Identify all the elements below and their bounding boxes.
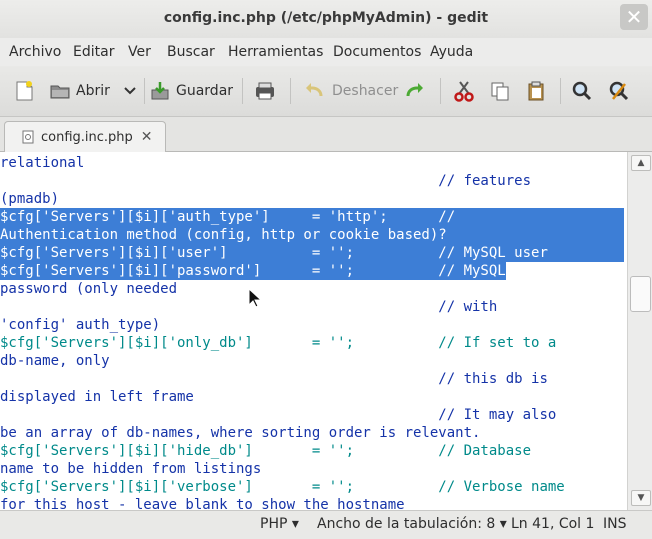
code-line: // this db is: [0, 371, 548, 387]
menu-herramientas[interactable]: Herramientas: [228, 44, 323, 60]
text-editor[interactable]: relational // features (pmadb) $cfg['Ser…: [0, 152, 627, 510]
code-line: name to be hidden from listings: [0, 461, 262, 477]
toolbar: Abrir Guardar Deshacer: [0, 66, 652, 117]
folder-icon: [48, 79, 72, 103]
search-button[interactable]: [570, 76, 594, 106]
copy-icon: [488, 79, 512, 103]
menu-documentos[interactable]: Documentos: [333, 44, 421, 60]
scissors-icon: [452, 79, 476, 103]
undo-arrow-icon: [302, 79, 326, 103]
code-line: $cfg['Servers'][$i]['hide_db'] = ''; // …: [0, 443, 532, 459]
copy-button[interactable]: [488, 76, 512, 106]
code-line-selected: Authentication method (config, http or c…: [0, 226, 624, 244]
search-icon: [570, 79, 594, 103]
new-document-button[interactable]: [12, 76, 36, 106]
code-line-selected: $cfg['Servers'][$i]['auth_type'] = 'http…: [0, 208, 624, 226]
chevron-down-icon: [118, 79, 142, 103]
tab-width-selector[interactable]: Ancho de la tabulación: 8 ▾: [317, 516, 507, 532]
code-line: password (only needed: [0, 281, 178, 297]
undo-label: Deshacer: [332, 83, 399, 99]
tab-config-inc-php[interactable]: config.inc.php ✕: [4, 121, 166, 152]
code-line: $cfg['Servers'][$i]['only_db'] = ''; // …: [0, 335, 557, 351]
paste-button[interactable]: [524, 76, 548, 106]
redo-arrow-icon: [403, 79, 427, 103]
clipboard-icon: [524, 79, 548, 103]
code-line: 'config' auth_type): [0, 317, 161, 333]
vertical-scrollbar[interactable]: ▲ ▼: [627, 152, 652, 510]
open-button[interactable]: Abrir: [48, 76, 110, 106]
menu-ver[interactable]: Ver: [128, 44, 151, 60]
print-button[interactable]: [253, 76, 277, 106]
open-label: Abrir: [76, 83, 110, 99]
text-file-icon: [21, 130, 35, 144]
tab-label: config.inc.php: [41, 129, 133, 145]
status-bar: PHP ▾ Ancho de la tabulación: 8 ▾ Ln 41,…: [0, 510, 652, 539]
search-replace-button[interactable]: [607, 76, 631, 106]
code-line: relational: [0, 155, 85, 171]
code-line: for this host - leave blank to show the …: [0, 497, 405, 510]
save-button[interactable]: Guardar: [148, 76, 233, 106]
code-line: db-name, only: [0, 353, 110, 369]
undo-button[interactable]: Deshacer: [302, 76, 398, 106]
code-line-selected: $cfg['Servers'][$i]['password'] = ''; //…: [0, 262, 506, 280]
printer-icon: [253, 79, 277, 103]
cut-button[interactable]: [452, 76, 476, 106]
search-replace-icon: [607, 79, 631, 103]
code-line: (pmadb): [0, 191, 60, 207]
window-title: config.inc.php (/etc/phpMyAdmin) - gedit: [163, 10, 489, 26]
mouse-pointer-icon: [248, 288, 262, 308]
open-recent-dropdown[interactable]: [118, 76, 142, 106]
tab-close-icon[interactable]: ✕: [141, 129, 153, 145]
scroll-up-arrow-icon[interactable]: ▲: [631, 155, 651, 171]
code-line: be an array of db-names, where sorting o…: [0, 425, 481, 441]
tab-strip: config.inc.php ✕: [0, 117, 652, 152]
code-line: $cfg['Servers'][$i]['verbose'] = ''; // …: [0, 479, 565, 495]
close-button[interactable]: ✕: [620, 4, 648, 30]
chevron-down-icon: ▾: [499, 516, 507, 532]
redo-button[interactable]: [403, 76, 427, 106]
save-label: Guardar: [176, 83, 234, 99]
save-icon: [148, 79, 172, 103]
code-line: // features: [0, 173, 532, 189]
close-icon: ✕: [625, 5, 643, 29]
menu-buscar[interactable]: Buscar: [167, 44, 215, 60]
code-line: // It may also: [0, 407, 557, 423]
menu-ayuda[interactable]: Ayuda: [430, 44, 473, 60]
language-selector[interactable]: PHP ▾: [260, 516, 299, 532]
title-bar: config.inc.php (/etc/phpMyAdmin) - gedit…: [0, 0, 652, 38]
chevron-down-icon: ▾: [291, 516, 299, 532]
scrollbar-thumb[interactable]: [630, 276, 651, 312]
scroll-down-arrow-icon[interactable]: ▼: [631, 490, 651, 506]
menu-editar[interactable]: Editar: [73, 44, 114, 60]
menu-archivo[interactable]: Archivo: [9, 44, 61, 60]
insert-mode: INS: [603, 516, 627, 532]
menu-bar: Archivo Editar Ver Buscar Herramientas D…: [0, 38, 652, 66]
cursor-position: Ln 41, Col 1: [511, 516, 595, 532]
code-line-selected: $cfg['Servers'][$i]['user'] = ''; // MyS…: [0, 244, 624, 262]
code-line: displayed in left frame: [0, 389, 194, 405]
new-document-icon: [12, 79, 36, 103]
